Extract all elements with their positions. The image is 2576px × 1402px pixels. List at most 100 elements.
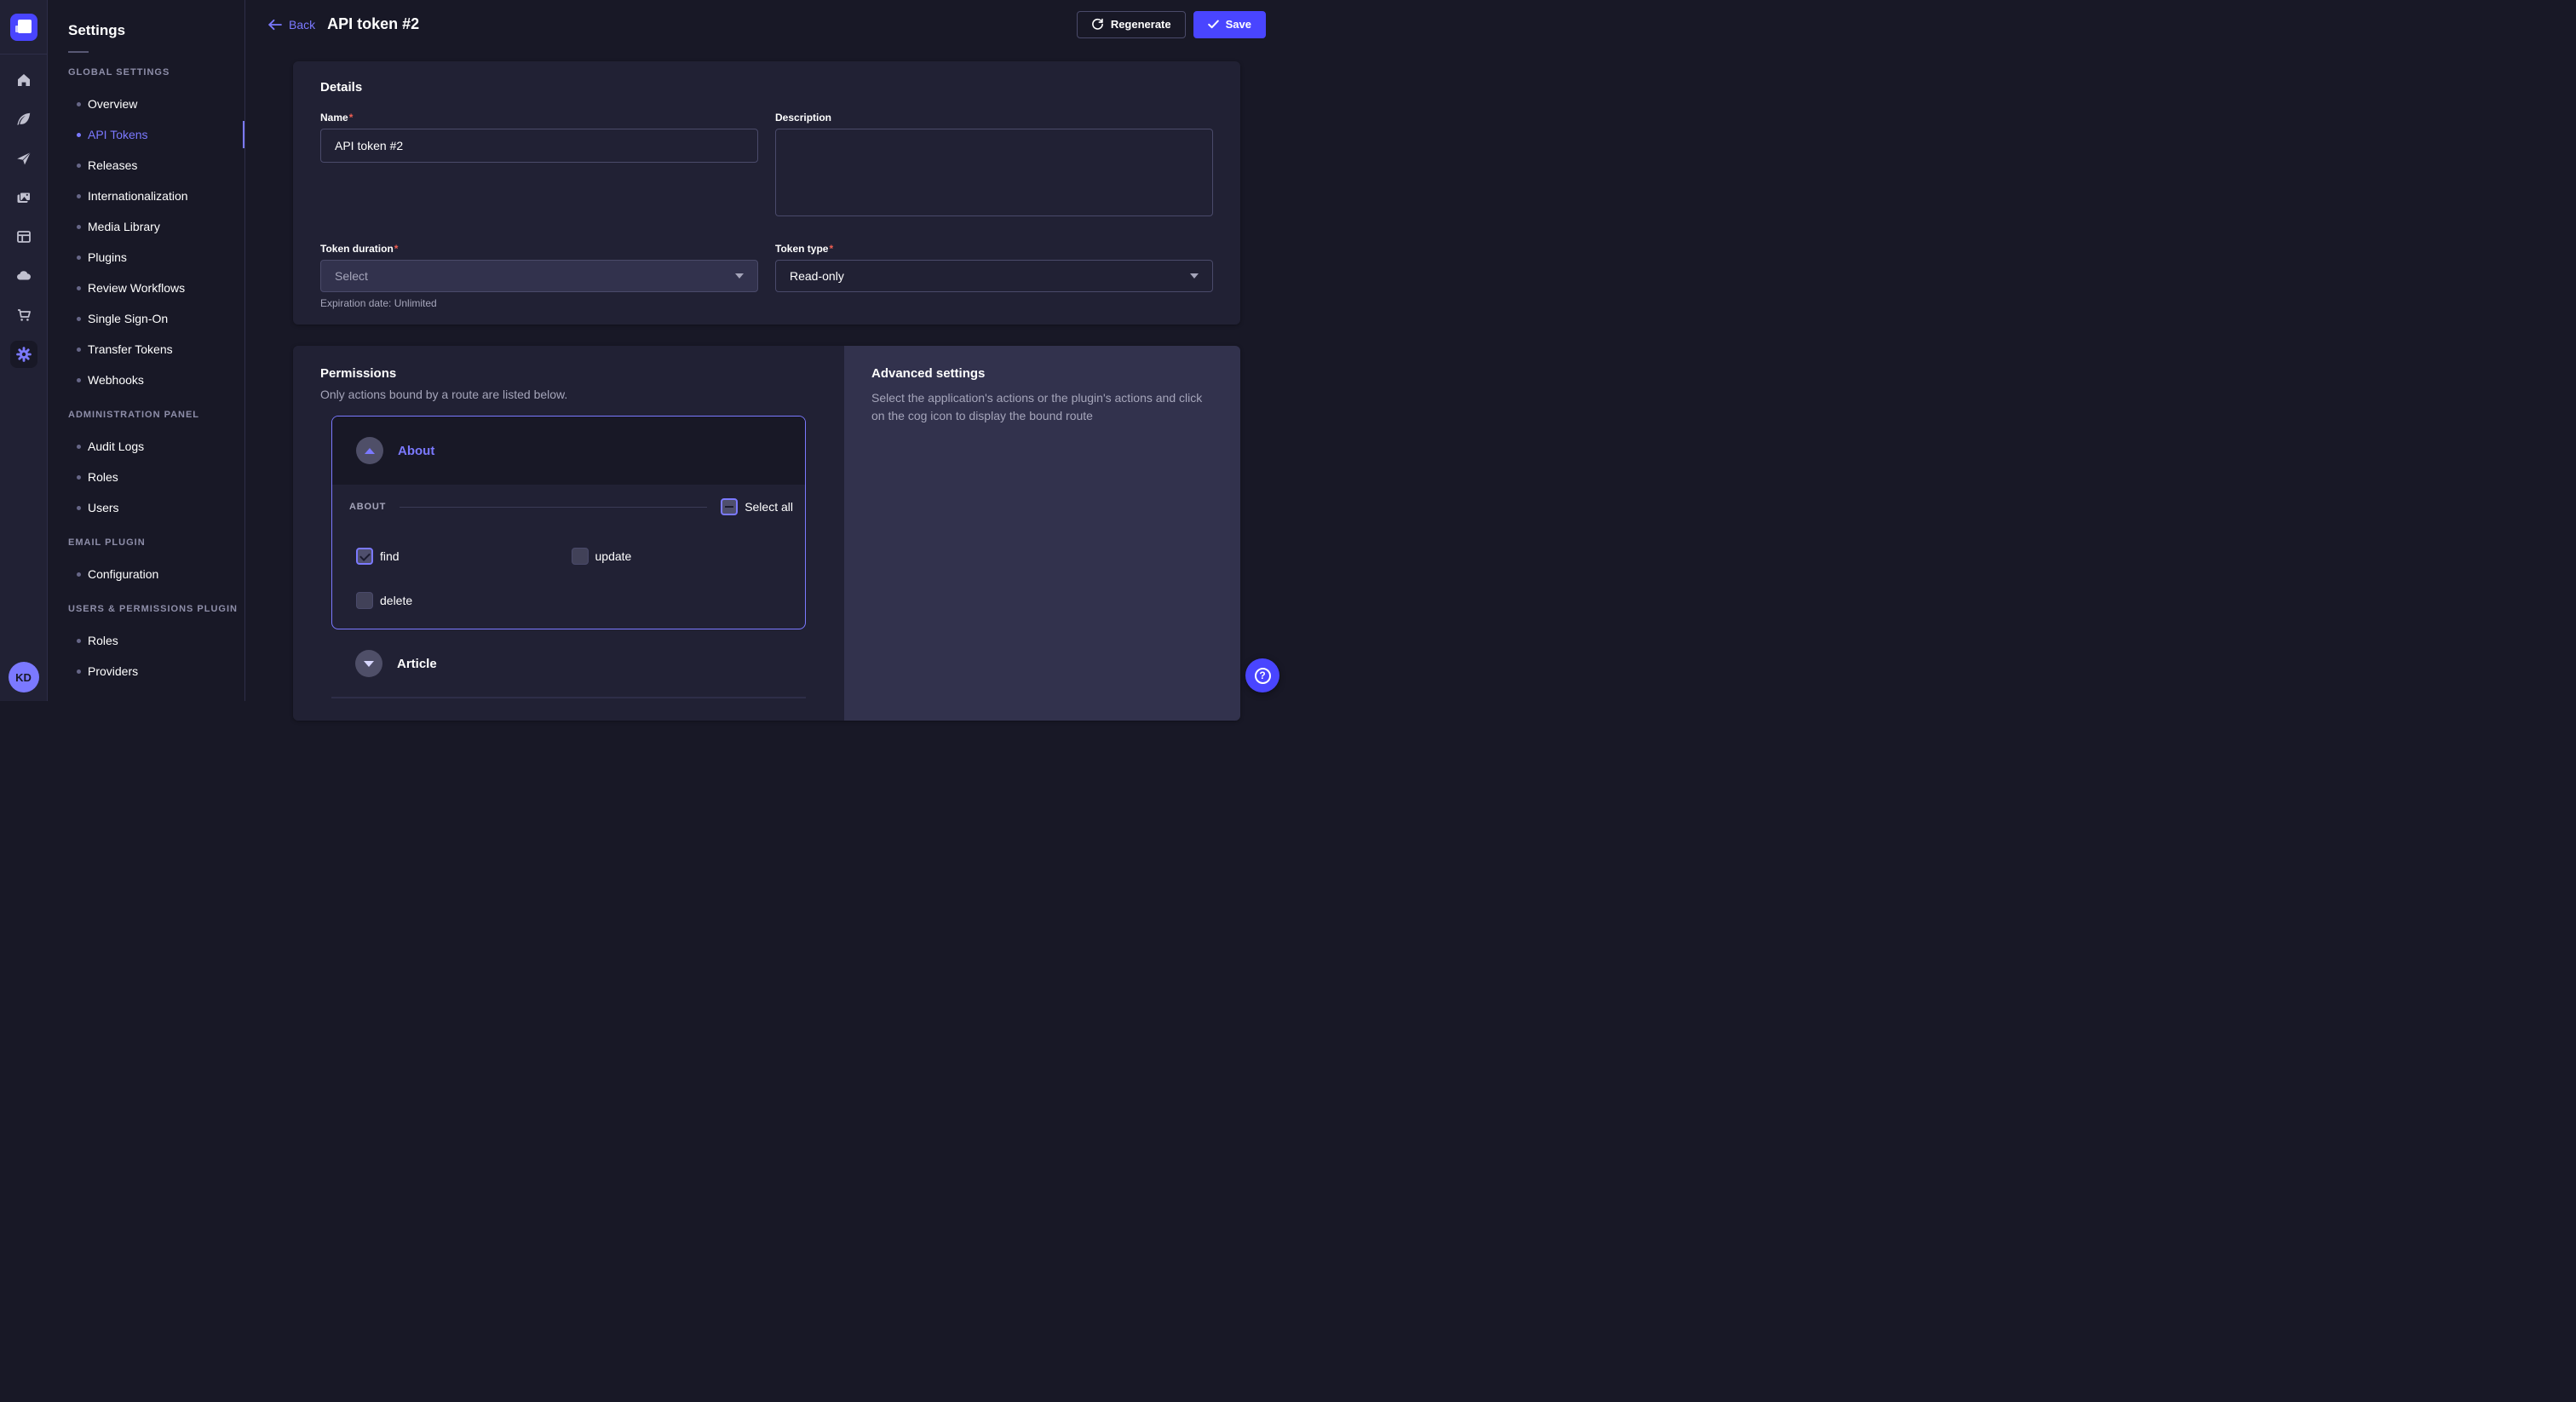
logo-wrap [0,0,47,55]
expand-toggle-button[interactable] [355,650,382,677]
permission-action: update [572,548,787,565]
required-asterisk: * [829,243,833,255]
strapi-logo[interactable] [10,14,37,41]
app-root: KD Settings GLOBAL SETTINGS Overview API… [0,0,1288,701]
about-accordion-body: ABOUT Select all find update delete [332,485,805,629]
help-button[interactable]: ? [1245,658,1279,692]
subnav-item-plugins[interactable]: Plugins [48,242,244,273]
subnav-item-roles[interactable]: Roles [48,625,244,656]
permission-action: find [356,548,572,565]
subnav-item-webhooks[interactable]: Webhooks [48,365,244,395]
marketplace-cart-icon[interactable] [10,302,37,329]
bullet-icon [77,669,81,674]
bullet-icon [77,317,81,321]
permission-action: delete [356,592,572,609]
bullet-icon [77,256,81,260]
layout-icon[interactable] [10,223,37,250]
save-button[interactable]: Save [1193,11,1266,38]
bullet-icon [77,286,81,290]
regenerate-button[interactable]: Regenerate [1077,11,1186,38]
subnav-item-configuration[interactable]: Configuration [48,559,244,589]
permission-checkbox-delete[interactable] [356,592,373,609]
chevron-up-icon [365,448,375,454]
subnav-section-label: EMAIL PLUGIN [48,533,244,552]
bullet-icon [77,475,81,480]
token-duration-helper: Expiration date: Unlimited [320,297,758,309]
media-library-icon[interactable] [10,184,37,211]
bullet-icon [77,572,81,577]
home-icon[interactable] [10,66,37,94]
subnav-item-users[interactable]: Users [48,492,244,523]
main-content: Back API token #2 Regenerate Save [245,0,1288,701]
article-accordion-title: Article [397,657,437,671]
scroll-area: Details Name* Description Token duration… [245,49,1288,721]
required-asterisk: * [394,243,399,255]
question-mark-icon: ? [1255,668,1271,684]
token-duration-field-group: Token duration* Select Expiration date: … [320,243,758,309]
required-asterisk: * [349,112,354,124]
permissions-title: Permissions [320,366,817,381]
main-nav: KD [0,0,48,701]
name-label: Name* [320,112,758,124]
token-duration-select[interactable]: Select [320,260,758,292]
subnav-item-single-sign-on[interactable]: Single Sign-On [48,303,244,334]
refresh-icon [1091,18,1104,31]
chevron-down-icon [735,273,744,279]
about-accordion-header[interactable]: About [332,417,805,485]
subnav-section: USERS & PERMISSIONS PLUGIN Roles Provide… [48,600,244,687]
about-subsection-label: ABOUT [349,502,386,512]
subnav-item-api-tokens[interactable]: API Tokens [48,119,244,150]
advanced-settings-title: Advanced settings [871,366,1213,381]
token-type-select[interactable]: Read-only [775,260,1213,292]
article-accordion-header[interactable]: Article [320,629,817,677]
token-type-field-group: Token type* Read-only [775,243,1213,309]
select-all-checkbox[interactable] [721,498,738,515]
title-divider [68,51,89,53]
subnav-section: ADMINISTRATION PANEL Audit Logs Roles Us… [48,405,244,523]
bullet-icon [77,102,81,106]
bullet-icon [77,194,81,198]
content-manager-feather-icon[interactable] [10,106,37,133]
subnav-item-media-library[interactable]: Media Library [48,211,244,242]
subnav-section-label: USERS & PERMISSIONS PLUGIN [48,600,244,618]
send-plane-icon[interactable] [10,145,37,172]
chevron-down-icon [1190,273,1199,279]
permissions-panel: Permissions Only actions bound by a rout… [293,346,844,721]
permissions-subtitle: Only actions bound by a route are listed… [320,388,817,401]
back-link[interactable]: Back [267,18,315,32]
settings-gear-icon[interactable] [10,341,37,368]
subnav-item-providers[interactable]: Providers [48,656,244,687]
subnav-section: EMAIL PLUGIN Configuration [48,533,244,589]
description-textarea[interactable] [775,129,1213,216]
permission-checkbox-update[interactable] [572,548,589,565]
bullet-icon [77,225,81,229]
subnav-item-transfer-tokens[interactable]: Transfer Tokens [48,334,244,365]
subnav-item-releases[interactable]: Releases [48,150,244,181]
chevron-down-icon [364,661,374,667]
subnav-section: GLOBAL SETTINGS Overview API Tokens Rele… [48,63,244,395]
subnav-item-internationalization[interactable]: Internationalization [48,181,244,211]
divider [400,507,707,508]
permission-checkbox-find[interactable] [356,548,373,565]
subnav-item-review-workflows[interactable]: Review Workflows [48,273,244,303]
check-icon [1208,20,1219,29]
about-accordion-title: About [398,444,434,458]
permissions-section: Permissions Only actions bound by a rout… [293,346,1240,721]
cloud-icon[interactable] [10,262,37,290]
bullet-icon [77,133,81,137]
bullet-icon [77,378,81,382]
subnav-item-roles[interactable]: Roles [48,462,244,492]
page-title: API token #2 [327,15,419,33]
select-all-control[interactable]: Select all [721,498,793,515]
name-input[interactable] [320,129,758,163]
subnav-section-label: ADMINISTRATION PANEL [48,405,244,424]
back-label: Back [289,18,315,32]
subnav-item-overview[interactable]: Overview [48,89,244,119]
bullet-icon [77,348,81,352]
subnav-item-audit-logs[interactable]: Audit Logs [48,431,244,462]
user-avatar[interactable]: KD [9,662,39,692]
settings-subnav: Settings GLOBAL SETTINGS Overview API To… [48,0,245,701]
bullet-icon [77,164,81,168]
subnav-title: Settings [48,22,244,39]
collapse-toggle-button[interactable] [356,437,383,464]
